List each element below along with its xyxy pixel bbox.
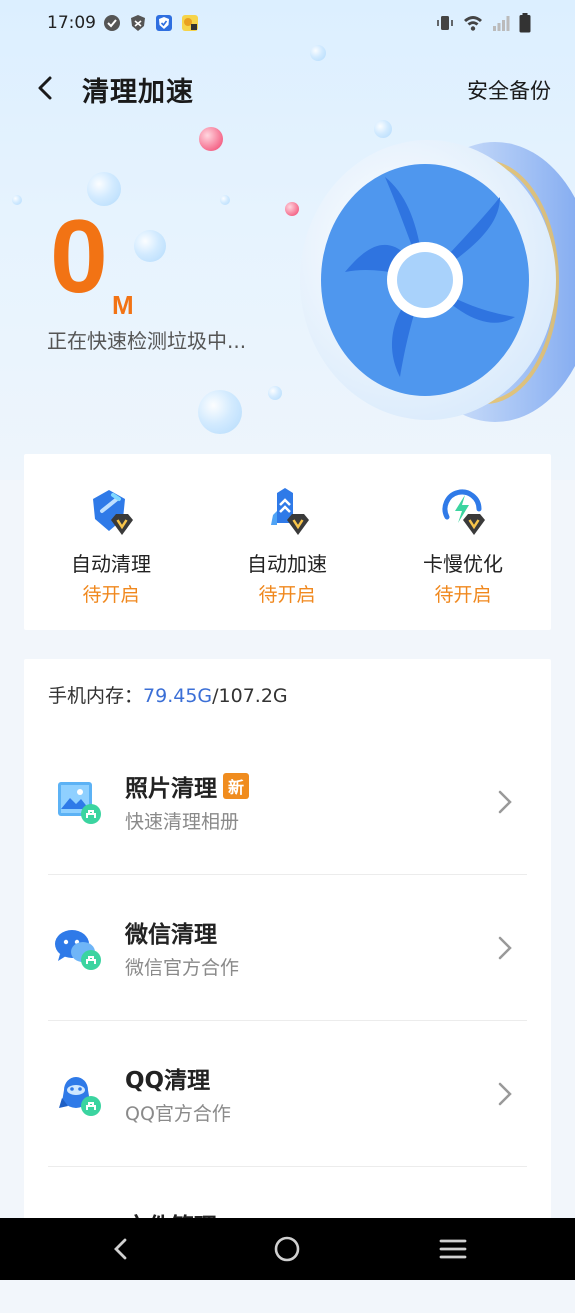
decor-bubble: [220, 195, 230, 205]
junk-size-display: 0 M: [50, 205, 134, 320]
status-time: 17:09: [47, 13, 96, 33]
battery-icon: [519, 13, 531, 33]
status-system-icons: [436, 13, 531, 33]
decor-bubble: [134, 230, 166, 262]
chevron-right-icon: [498, 936, 512, 960]
photo-clean-icon: [58, 782, 101, 824]
decor-bubble-pink: [285, 202, 299, 216]
decor-bubble: [268, 386, 282, 400]
feature-auto-speedup[interactable]: 自动加速 待开启: [202, 454, 372, 630]
decor-bubble: [310, 45, 326, 61]
list-item-subtitle: 微信官方合作: [125, 957, 240, 979]
fan-illustration: [300, 140, 575, 422]
qq-clean-icon: [59, 1077, 101, 1116]
storage-used: 79.45G: [143, 685, 213, 707]
feature-lag-optimize[interactable]: 卡慢优化 待开启: [378, 454, 548, 630]
list-item-subtitle: QQ官方合作: [125, 1103, 231, 1125]
nav-menu-icon[interactable]: [436, 1232, 470, 1266]
page-title: 清理加速: [82, 77, 194, 108]
list-item-wechat-clean[interactable]: 微信清理 微信官方合作: [24, 875, 551, 1021]
nav-home-icon[interactable]: [270, 1232, 304, 1266]
broom-shield-icon: [93, 490, 133, 535]
feature-name: 自动清理: [71, 552, 151, 576]
shield-x-icon: [131, 15, 145, 31]
title-bar: 清理加速 安全备份: [0, 60, 575, 116]
scan-status-text: 正在快速检测垃圾中...: [47, 329, 247, 353]
storage-label: 手机内存：: [48, 685, 144, 707]
chevron-right-icon: [498, 790, 512, 814]
feature-name: 自动加速: [247, 552, 327, 576]
system-nav-bar: [0, 1218, 575, 1280]
list-item-photo-clean[interactable]: 照片清理新 快速清理相册: [24, 729, 551, 875]
status-notification-icons: [103, 14, 199, 32]
check-circle-icon: [104, 15, 120, 31]
vibrate-icon: [437, 16, 453, 30]
chevron-right-icon: [498, 1082, 512, 1106]
wechat-clean-icon: [55, 930, 101, 970]
list-item-qq-clean[interactable]: QQ清理 QQ官方合作: [24, 1021, 551, 1167]
storage-info: 手机内存：79.45G/107.2G: [48, 681, 288, 708]
storage-total: /107.2G: [212, 685, 288, 707]
feature-status: 待开启: [258, 584, 316, 606]
app-notification-icon: [182, 15, 198, 31]
feature-panel: 自动清理 待开启 自动加速 待开启 卡慢优化 待开启: [24, 454, 551, 630]
junk-size-unit: M: [112, 290, 134, 320]
safe-backup-button[interactable]: 安全备份: [467, 75, 551, 105]
feature-name: 卡慢优化: [423, 552, 503, 576]
back-arrow-icon[interactable]: [30, 72, 62, 104]
lightning-gauge-icon: [442, 489, 485, 535]
feature-status: 待开启: [82, 584, 140, 606]
status-bar: 17:09: [0, 0, 575, 46]
list-item-title: QQ清理: [125, 1068, 211, 1094]
new-badge: 新: [223, 773, 250, 799]
clean-list-card: 手机内存：79.45G/107.2G 照片清理新 快速清理相册 微信清理 微信官…: [24, 659, 551, 1279]
signal-icon: [493, 16, 510, 31]
decor-bubble: [12, 195, 22, 205]
rocket-shield-icon: [271, 488, 309, 535]
nav-back-icon[interactable]: [104, 1232, 138, 1266]
list-item-title: 微信清理: [125, 922, 217, 948]
feature-status: 待开启: [434, 584, 492, 606]
decor-bubble: [198, 390, 242, 434]
list-item-subtitle: 快速清理相册: [125, 811, 240, 833]
decor-bubble-pink: [199, 127, 223, 151]
wifi-icon: [464, 16, 482, 31]
list-item-title: 照片清理新: [125, 769, 250, 803]
junk-size-value: 0: [50, 199, 108, 315]
feature-auto-clean[interactable]: 自动清理 待开启: [26, 454, 196, 630]
shield-check-icon: [156, 15, 172, 31]
